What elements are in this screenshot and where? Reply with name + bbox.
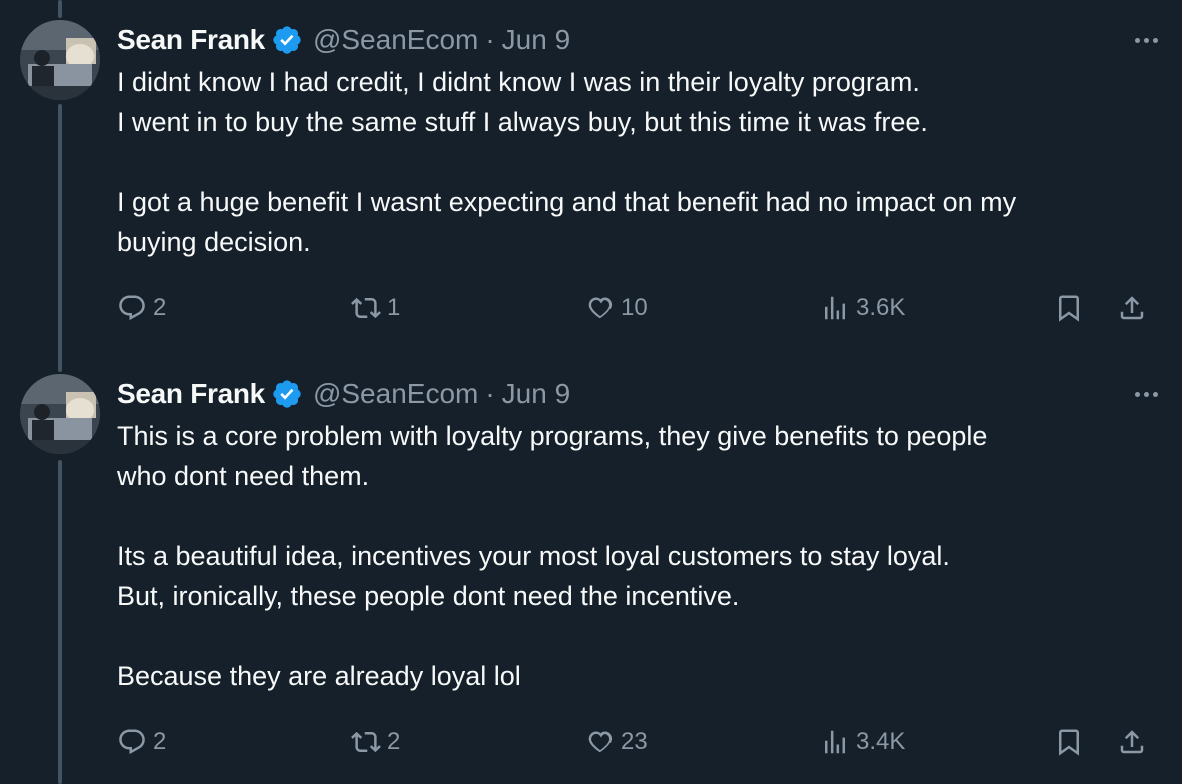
views-icon bbox=[825, 296, 845, 320]
views-count: 3.6K bbox=[856, 294, 906, 321]
views-button[interactable]: 3.6K bbox=[820, 293, 905, 323]
tweet-header: Sean Frank @SeanEcom · Jun 9 bbox=[117, 22, 1158, 58]
text-line: Because they are already loyal lol bbox=[117, 661, 521, 691]
action-bar: 2 1 10 3.6K bbox=[117, 288, 1150, 328]
views-count: 3.4K bbox=[856, 728, 906, 755]
separator: · bbox=[485, 24, 495, 55]
like-count: 10 bbox=[621, 294, 648, 321]
share-icon bbox=[1120, 730, 1144, 754]
repost-count: 2 bbox=[387, 728, 401, 755]
bookmark-button[interactable] bbox=[1054, 727, 1084, 757]
verified-badge-icon bbox=[271, 24, 303, 56]
text-line: buying decision. bbox=[117, 227, 311, 257]
timestamp[interactable]: Jun 9 bbox=[502, 378, 571, 410]
display-name[interactable]: Sean Frank bbox=[117, 24, 265, 56]
like-count: 23 bbox=[621, 728, 648, 755]
text-line: who dont need them. bbox=[117, 461, 370, 491]
repost-count: 1 bbox=[387, 294, 401, 321]
more-icon[interactable] bbox=[1118, 376, 1158, 412]
repost-button[interactable]: 1 bbox=[351, 293, 400, 323]
views-icon bbox=[825, 730, 845, 754]
reply-count: 2 bbox=[153, 728, 167, 755]
text-line: I went in to buy the same stuff I always… bbox=[117, 107, 928, 137]
repost-icon bbox=[351, 731, 381, 753]
like-button[interactable]: 23 bbox=[585, 727, 648, 757]
avatar[interactable] bbox=[20, 20, 100, 100]
avatar[interactable] bbox=[20, 374, 100, 454]
bookmark-icon bbox=[1059, 729, 1079, 756]
share-button[interactable] bbox=[1117, 727, 1147, 757]
separator: · bbox=[485, 378, 495, 409]
handle[interactable]: @SeanEcom bbox=[313, 378, 478, 410]
repost-button[interactable]: 2 bbox=[351, 727, 400, 757]
reply-icon bbox=[119, 295, 145, 321]
tweet-text: I didnt know I had credit, I didnt know … bbox=[117, 62, 1158, 262]
display-name[interactable]: Sean Frank bbox=[117, 378, 265, 410]
action-bar: 2 2 23 3.4K bbox=[117, 722, 1150, 762]
bookmark-button[interactable] bbox=[1054, 293, 1084, 323]
reply-icon bbox=[119, 729, 145, 755]
verified-badge-icon bbox=[271, 378, 303, 410]
tweet[interactable]: Sean Frank @SeanEcom · Jun 9 This is a c… bbox=[0, 354, 1182, 784]
like-icon bbox=[588, 731, 613, 753]
bookmark-icon bbox=[1059, 295, 1079, 322]
text-line: This is a core problem with loyalty prog… bbox=[117, 421, 988, 451]
share-icon bbox=[1120, 296, 1144, 320]
like-icon bbox=[588, 297, 613, 319]
reply-button[interactable]: 2 bbox=[117, 727, 166, 757]
tweet-header: Sean Frank @SeanEcom · Jun 9 bbox=[117, 376, 1158, 412]
more-icon[interactable] bbox=[1118, 22, 1158, 58]
text-line: I didnt know I had credit, I didnt know … bbox=[117, 67, 920, 97]
text-line: I got a huge benefit I wasnt expecting a… bbox=[117, 187, 1017, 217]
share-button[interactable] bbox=[1117, 293, 1147, 323]
repost-icon bbox=[351, 297, 381, 319]
avatar-photo bbox=[20, 374, 100, 454]
timestamp[interactable]: Jun 9 bbox=[502, 24, 571, 56]
tweet-text: This is a core problem with loyalty prog… bbox=[117, 416, 1158, 696]
tweet[interactable]: Sean Frank @SeanEcom · Jun 9 I didnt kno… bbox=[0, 0, 1182, 350]
views-button[interactable]: 3.4K bbox=[820, 727, 905, 757]
reply-count: 2 bbox=[153, 294, 167, 321]
text-line: Its a beautiful idea, incentives your mo… bbox=[117, 541, 950, 571]
reply-button[interactable]: 2 bbox=[117, 293, 166, 323]
text-line: But, ironically, these people dont need … bbox=[117, 581, 740, 611]
like-button[interactable]: 10 bbox=[585, 293, 648, 323]
handle[interactable]: @SeanEcom bbox=[313, 24, 478, 56]
avatar-photo bbox=[20, 20, 100, 100]
